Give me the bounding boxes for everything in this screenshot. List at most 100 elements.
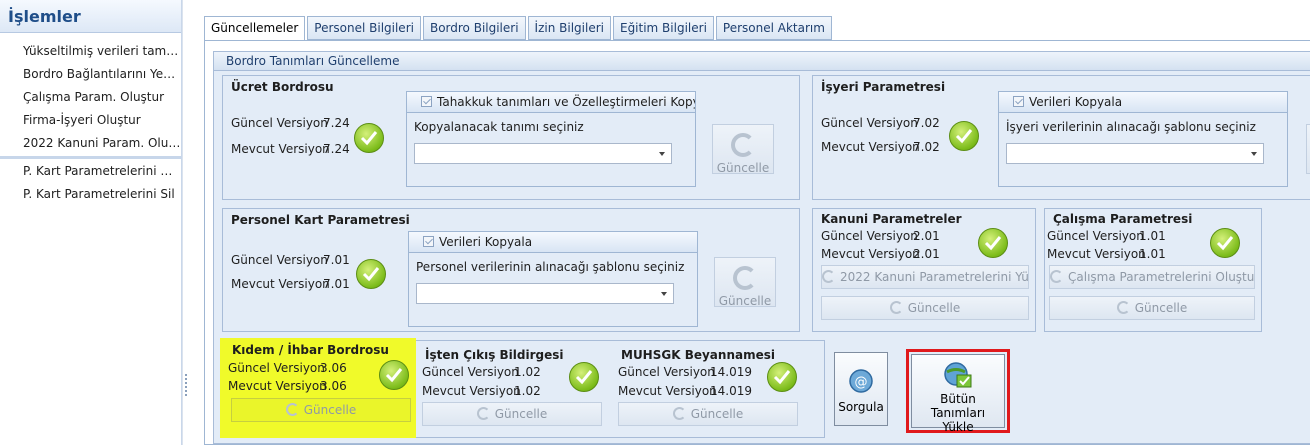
- chevron-down-icon: [659, 152, 665, 156]
- tab-payroll-info[interactable]: Bordro Bilgileri: [422, 16, 526, 40]
- existing-version-label: Mevcut Versiyon: [231, 142, 330, 156]
- create-icon: [1050, 270, 1063, 283]
- create-work-params-label: Çalışma Parametrelerini Oluştur: [1068, 270, 1255, 284]
- query-button[interactable]: @ Sorgula: [834, 352, 888, 426]
- legal-update-label: Güncelle: [907, 301, 961, 315]
- existing-version-value: 3.06: [320, 379, 347, 393]
- svg-text:@: @: [855, 375, 868, 390]
- wage-update-label: Güncelle: [716, 161, 770, 175]
- work-parameter-title: Çalışma Parametresi: [1053, 212, 1193, 226]
- sidebar-item-complete-upgraded-data[interactable]: Yükseltilmiş verileri tamamla: [0, 40, 181, 63]
- current-version-value: 7.24: [323, 116, 350, 130]
- workplace-parameter-title: İşyeri Parametresi: [821, 80, 946, 94]
- query-label: Sorgula: [838, 400, 884, 414]
- select-template-label: İşyeri verilerinin alınacağı şablonu seç…: [1006, 120, 1256, 134]
- splitter-grip[interactable]: [185, 374, 187, 396]
- termination-update-button[interactable]: Güncelle: [422, 402, 602, 426]
- workplace-copy-checkbox[interactable]: [1013, 96, 1024, 107]
- legal-update-button[interactable]: Güncelle: [821, 296, 1029, 320]
- sidebar-item-create-card-params[interactable]: P. Kart Parametrelerini Oluş...: [0, 160, 181, 183]
- tab-updates[interactable]: Güncellemeler: [204, 16, 306, 41]
- tab-personnel-info[interactable]: Personel Bilgileri: [307, 16, 421, 40]
- tab-strip: Güncellemeler Personel Bilgileri Bordro …: [204, 16, 834, 41]
- existing-version-value: 2.01: [913, 247, 940, 261]
- load-icon: [822, 270, 835, 283]
- personnel-card-title: Personel Kart Parametresi: [231, 213, 410, 227]
- copy-definitions-checkbox[interactable]: [421, 96, 432, 107]
- existing-version-value: 1.01: [1139, 247, 1166, 261]
- legal-parameters-box: Kanuni Parametreler Güncel Versiyon 2.01…: [812, 208, 1036, 332]
- current-version-label: Güncel Versiyon: [231, 116, 328, 130]
- muhsgk-update-button[interactable]: Güncelle: [618, 402, 798, 426]
- personnel-card-box: Personel Kart Parametresi Güncel Versiyo…: [222, 208, 800, 332]
- updates-tab-panel: Bordro Tanımları Güncelleme Ücret Bordro…: [204, 40, 1310, 445]
- termination-notice-box: İşten Çıkış Bildirgesi Güncel Versiyon 1…: [422, 340, 612, 438]
- existing-version-label: Mevcut Versiyon: [231, 277, 330, 291]
- check-icon: [379, 360, 409, 390]
- sidebar-item-create-work-params[interactable]: Çalışma Param. Oluştur: [0, 86, 181, 109]
- refresh-icon: [731, 133, 755, 157]
- load-all-globe-icon: [944, 362, 972, 388]
- refresh-icon: [476, 407, 490, 420]
- refresh-icon: [672, 407, 686, 420]
- select-template-label: Personel verilerinin alınacağı şablonu s…: [416, 260, 685, 274]
- current-version-label: Güncel Versiyon: [422, 365, 519, 379]
- existing-version-label: Mevcut Versiyon: [1047, 247, 1146, 261]
- muhsgk-update-label: Güncelle: [690, 407, 744, 421]
- copy-definitions-panel: Tahakkuk tanımları ve Özelleştirmeleri K…: [406, 91, 696, 187]
- existing-version-value: 7.01: [323, 277, 350, 291]
- muhsgk-box: MUHSGK Beyannamesi Güncel Versiyon 14.01…: [618, 340, 808, 438]
- tab-leave-info[interactable]: İzin Bilgileri: [527, 16, 611, 40]
- personnel-copy-panel: Verileri Kopyala Personel verilerinin al…: [408, 231, 698, 327]
- check-icon: [1210, 228, 1240, 258]
- existing-version-value: 7.24: [323, 142, 350, 156]
- check-icon: [354, 123, 384, 153]
- payroll-definitions-update-group: Bordro Tanımları Güncelleme Ücret Bordro…: [213, 51, 1310, 444]
- personnel-template-select[interactable]: [416, 283, 674, 304]
- current-version-value: 1.01: [1139, 229, 1166, 243]
- refresh-icon: [889, 301, 903, 314]
- current-version-value: 2.01: [913, 229, 940, 243]
- query-globe-icon: @: [849, 369, 873, 393]
- tab-training-info[interactable]: Eğitim Bilgileri: [612, 16, 714, 40]
- existing-version-label: Mevcut Versiyon: [821, 247, 920, 261]
- definition-select[interactable]: [414, 143, 672, 164]
- sidebar-item-create-company-workplace[interactable]: Firma-İşyeri Oluştur: [0, 109, 181, 132]
- create-work-params-button[interactable]: Çalışma Parametrelerini Oluştur: [1049, 265, 1255, 289]
- load-all-definitions-button[interactable]: Bütün Tanımları Yükle: [911, 354, 1005, 434]
- current-version-label: Güncel Versiyon: [821, 229, 918, 243]
- current-version-label: Güncel Versiyon: [228, 361, 325, 375]
- personnel-copy-checkbox[interactable]: [423, 236, 434, 247]
- sidebar-item-refresh-payroll-links[interactable]: Bordro Bağlantılarını Yenile: [0, 63, 181, 86]
- current-version-label: Güncel Versiyon: [1047, 229, 1144, 243]
- workplace-update-button[interactable]: [1306, 124, 1310, 174]
- termination-title: İşten Çıkış Bildirgesi: [425, 348, 564, 362]
- sidebar-item-delete-card-params[interactable]: P. Kart Parametrelerini Sil: [0, 183, 181, 206]
- workplace-template-select[interactable]: [1006, 143, 1264, 164]
- existing-version-value: 7.02: [913, 140, 940, 154]
- work-update-button[interactable]: Güncelle: [1049, 296, 1255, 320]
- wage-payroll-box: Ücret Bordrosu Güncel Versiyon 7.24 Mevc…: [222, 75, 800, 200]
- current-version-label: Güncel Versiyon: [618, 365, 715, 379]
- current-version-value: 7.01: [323, 253, 350, 267]
- severance-update-button[interactable]: Güncelle: [231, 398, 411, 422]
- check-icon: [978, 228, 1008, 258]
- workplace-copy-panel: Verileri Kopyala İşyeri verilerinin alın…: [998, 91, 1288, 187]
- current-version-value: 3.06: [320, 361, 347, 375]
- check-icon: [569, 362, 599, 392]
- check-icon: [356, 259, 386, 289]
- current-version-value: 7.02: [913, 116, 940, 130]
- current-version-label: Güncel Versiyon: [231, 253, 328, 267]
- muhsgk-title: MUHSGK Beyannamesi: [621, 348, 775, 362]
- wage-update-button[interactable]: Güncelle: [712, 124, 774, 175]
- sidebar-item-create-2022-legal-params[interactable]: 2022 Kanuni Param. Oluştur: [0, 132, 181, 155]
- personnel-update-button[interactable]: Güncelle: [714, 257, 776, 308]
- group-header: Bordro Tanımları Güncelleme: [214, 52, 1310, 71]
- load-all-definitions-label: Bütün Tanımları Yükle: [930, 392, 986, 434]
- personnel-update-label: Güncelle: [718, 294, 772, 308]
- load-2022-legal-params-button[interactable]: 2022 Kanuni Parametrelerini Yükle: [821, 265, 1029, 289]
- existing-version-value: 1.02: [514, 384, 541, 398]
- sidebar-title: İşlemler: [0, 0, 181, 33]
- tab-personnel-transfer[interactable]: Personel Aktarım: [715, 16, 832, 40]
- existing-version-label: Mevcut Versiyon: [228, 379, 327, 393]
